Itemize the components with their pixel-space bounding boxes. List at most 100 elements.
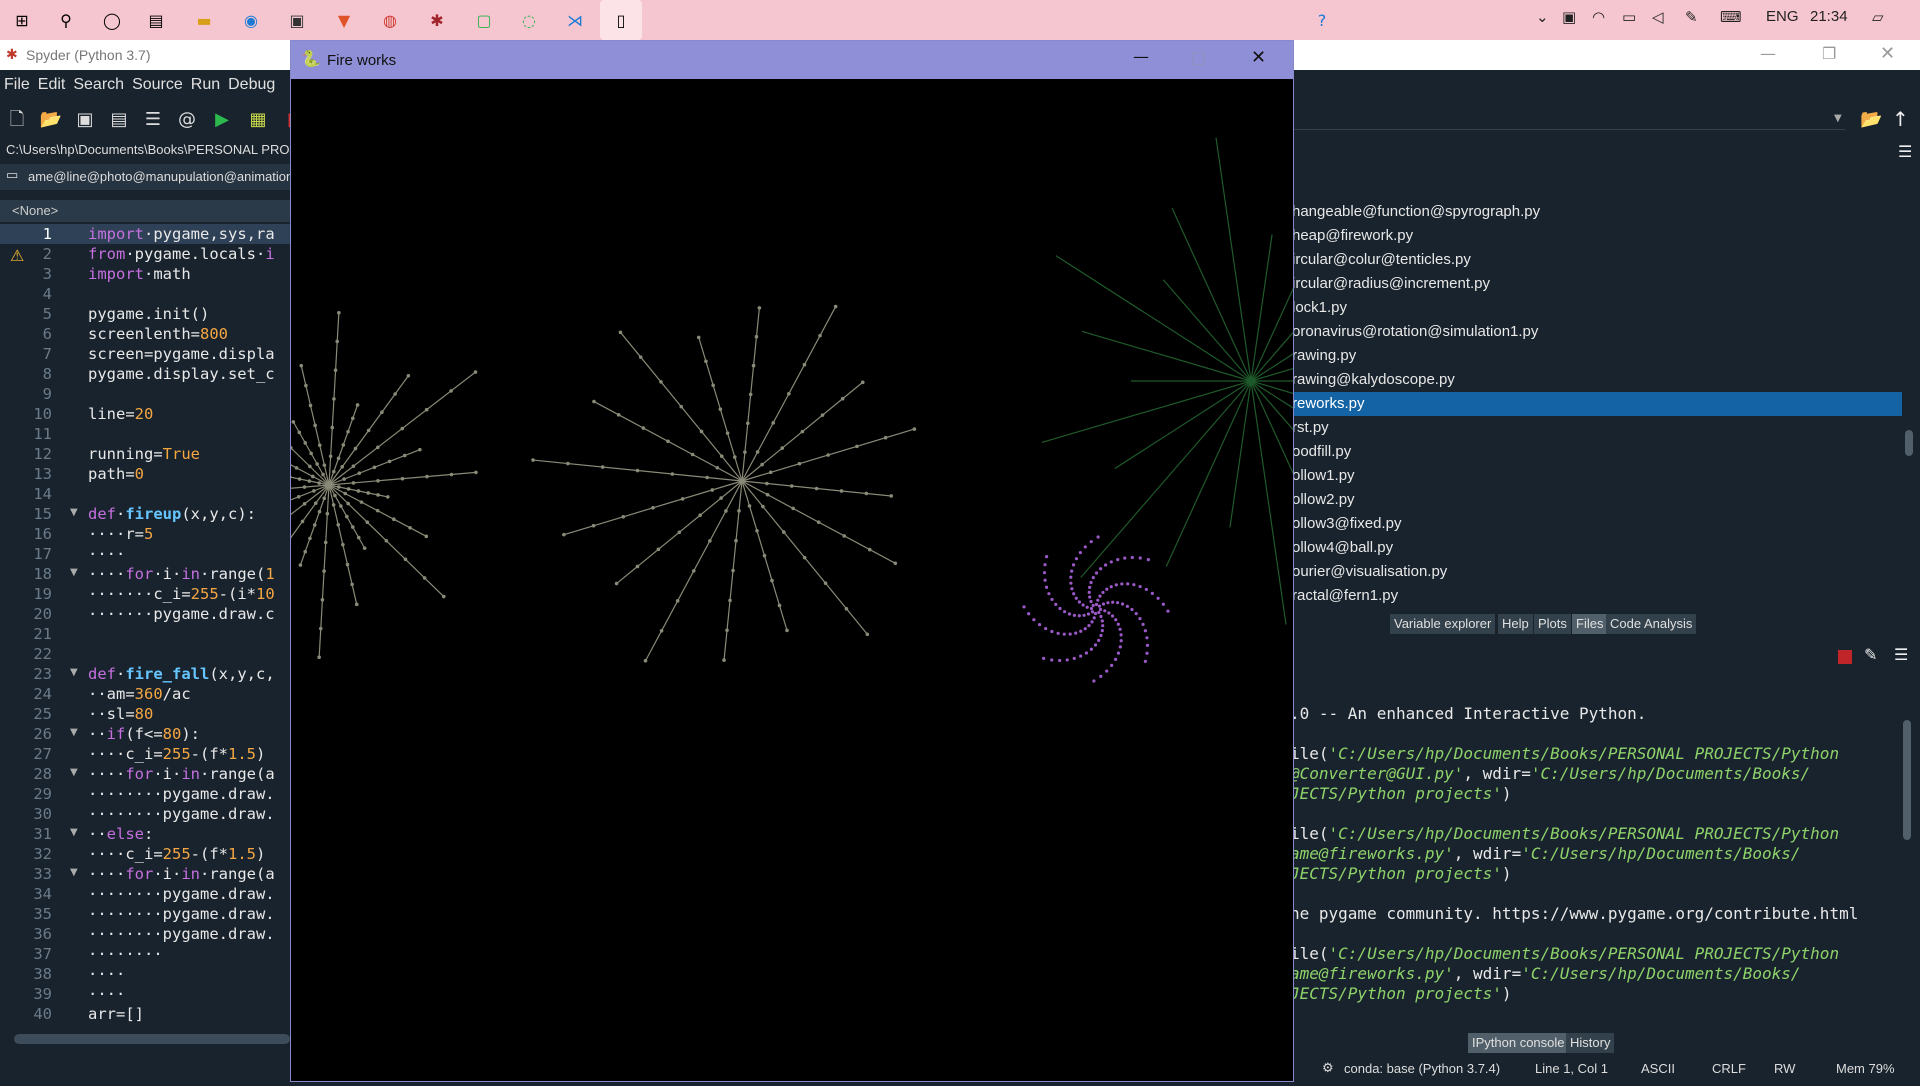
open-file-icon[interactable]: 📂 [39,108,63,132]
volume-icon[interactable]: ◁ [1652,8,1664,26]
fold-arrow-icon[interactable]: ▼ [70,507,78,518]
code-line[interactable]: 13path=0 [0,464,290,484]
code-line[interactable]: 16····r=5 [0,524,290,544]
code-line[interactable]: 2from·pygame.locals·i [0,244,290,264]
code-line[interactable]: 10line=20 [0,404,290,424]
code-text[interactable]: pygame.init() [88,304,209,324]
menu-debug[interactable]: Debug [224,70,279,94]
battery-icon[interactable]: ▭ [1622,8,1636,26]
fold-arrow-icon[interactable]: ▼ [70,767,78,778]
code-line[interactable]: 25··sl=80 [0,704,290,724]
fold-arrow-icon[interactable]: ▼ [70,567,78,578]
code-text[interactable]: def·fireup(x,y,c): [88,504,256,524]
code-line[interactable]: 28····for·i·in·range(a [0,764,290,784]
fireworks-canvas[interactable] [291,79,1293,1081]
code-line[interactable]: 31··else: [0,824,290,844]
code-line[interactable]: 12running=True [0,444,290,464]
code-line[interactable]: 18····for·i·in·range(1 [0,564,290,584]
ipython-console[interactable]: .0 -- An enhanced Interactive Python.ile… [1290,670,1900,1025]
vscode-icon[interactable]: ⋊ [561,6,589,34]
code-line[interactable]: 5pygame.init() [0,304,290,324]
code-line[interactable]: 15def·fireup(x,y,c): [0,504,290,524]
code-text[interactable]: import·pygame,sys,ra [88,224,275,244]
file-list-item[interactable]: ollow2.py [1290,488,1902,512]
code-text[interactable]: line=20 [88,404,153,424]
display-tray-icon[interactable]: ▣ [1562,8,1576,26]
code-text[interactable]: ····for·i·in·range(a [88,764,275,784]
clear-console-icon[interactable]: ✎ [1864,645,1877,664]
notifications-icon[interactable]: ▱ [1872,8,1884,26]
code-line[interactable]: 24··am=360/ac [0,684,290,704]
menu-run[interactable]: Run [187,70,224,94]
code-line[interactable]: 9 [0,384,290,404]
code-line[interactable]: 4 [0,284,290,304]
code-line[interactable]: 37········ [0,944,290,964]
stop-kernel-icon[interactable] [1838,650,1852,664]
code-text[interactable]: running=True [88,444,200,464]
code-text[interactable]: ····for·i·in·range(1 [88,564,275,584]
language-indicator[interactable]: ENG [1766,8,1799,25]
close-icon[interactable]: ✕ [1880,43,1895,64]
editor-horizontal-scrollbar[interactable] [14,1034,290,1044]
run-icon[interactable]: ▶ [210,108,234,132]
spyder-app-icon[interactable]: ✱ [423,6,451,34]
console-options-icon[interactable]: ☰ [1894,645,1908,664]
files-scrollbar-thumb[interactable] [1905,430,1913,456]
code-line[interactable]: 29········pygame.draw. [0,784,290,804]
code-line[interactable]: 3import·math [0,264,290,284]
windows-start-icon[interactable]: ⊞ [8,6,36,34]
code-text[interactable]: import·math [88,264,191,284]
tab-ipython-console[interactable]: IPython console [1468,1033,1569,1053]
file-list-item[interactable]: reworks.py [1290,392,1902,416]
search-icon[interactable]: ⚲ [52,6,80,34]
code-text[interactable]: def·fire_fall(x,y,c, [88,664,275,684]
edge-browser-icon[interactable]: ◉ [237,6,265,34]
code-text[interactable]: ········pygame.draw. [88,924,275,944]
pen-icon[interactable]: ✎ [1685,8,1698,26]
wifi-icon[interactable]: ◠ [1592,8,1605,26]
chat-app-icon[interactable]: ▢ [470,6,498,34]
fireworks-window[interactable]: 🐍 Fire works — □ ✕ [290,40,1294,1082]
code-line[interactable]: 32····c_i=255-(f*1.5) [0,844,290,864]
brave-browser-icon[interactable]: ▼ [330,6,358,34]
code-line[interactable]: 38···· [0,964,290,984]
save-all-icon[interactable]: ▤ [107,108,131,132]
code-line[interactable]: 20·······pygame.draw.c [0,604,290,624]
file-list-item[interactable]: rst.py [1290,416,1902,440]
browse-tabs-icon[interactable]: ▭ [6,168,18,183]
code-text[interactable]: path=0 [88,464,144,484]
file-list-item[interactable]: ractal@fern1.py [1290,584,1902,608]
chevron-up-icon[interactable]: ⌄ [1536,8,1549,26]
code-line[interactable]: 23def·fire_fall(x,y,c, [0,664,290,684]
file-explorer-icon[interactable]: ▬ [190,6,218,34]
store-icon[interactable]: ▣ [283,6,311,34]
menu-file[interactable]: File [0,70,34,94]
code-text[interactable]: ····c_i=255-(f*1.5) [88,744,265,764]
code-line[interactable]: 34········pygame.draw. [0,884,290,904]
code-text[interactable]: ········pygame.draw. [88,884,275,904]
code-text[interactable]: ·······c_i=255-(i*10 [88,584,275,604]
code-text[interactable]: arr=[] [88,1004,144,1024]
file-list-item[interactable]: oronavirus@rotation@simulation1.py [1290,320,1902,344]
code-text[interactable]: ···· [88,964,125,984]
list-icon[interactable]: ☰ [141,108,165,132]
clock[interactable]: 21:34 [1810,8,1848,25]
fold-arrow-icon[interactable]: ▼ [70,667,78,678]
console-scrollbar-thumb[interactable] [1903,720,1911,840]
code-line[interactable]: 36········pygame.draw. [0,924,290,944]
code-line[interactable]: 19·······c_i=255-(i*10 [0,584,290,604]
code-line[interactable]: 26··if(f<=80): [0,724,290,744]
code-text[interactable]: screenlenth=800 [88,324,228,344]
code-text[interactable]: ··sl=80 [88,704,153,724]
menu-source[interactable]: Source [128,70,187,94]
file-list-item[interactable]: lock1.py [1290,296,1902,320]
tab-variable-explorer[interactable]: Variable explorer [1390,614,1495,634]
code-text[interactable]: ··if(f<=80): [88,724,200,744]
code-text[interactable]: ········pygame.draw. [88,804,275,824]
code-text[interactable]: ········pygame.draw. [88,784,275,804]
code-line[interactable]: 40arr=[] [0,1004,290,1024]
code-text[interactable]: ··am=360/ac [88,684,191,704]
code-line[interactable]: 8pygame.display.set_c [0,364,290,384]
maximize-icon[interactable]: □ [1191,48,1206,67]
minimize-icon[interactable]: — [1133,47,1149,66]
